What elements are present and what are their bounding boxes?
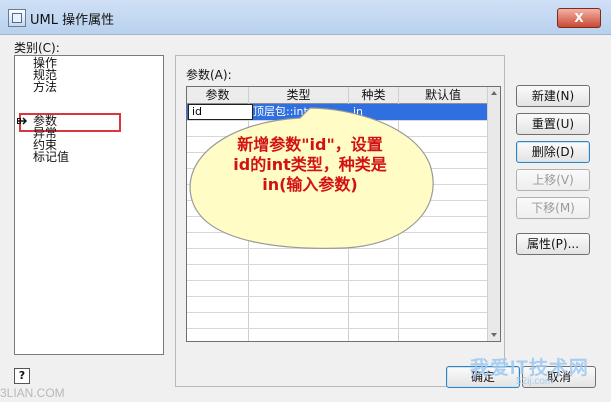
arrow-right-icon	[17, 117, 28, 125]
parameters-panel: 参数(A): 参数 类型 种类 默认值 id 顶层包::int in	[175, 55, 505, 387]
grid-row-divider	[187, 280, 488, 281]
column-header[interactable]: 类型	[249, 87, 349, 103]
window-title: UML 操作属性	[30, 13, 115, 28]
grid-row-divider	[187, 248, 488, 249]
parameters-label: 参数(A):	[186, 68, 232, 82]
grid-row-divider	[187, 120, 488, 121]
grid-column-divider	[248, 87, 249, 341]
watermark-right-sub: 52ij.com	[516, 376, 554, 387]
reset-button[interactable]: 重置(U)	[516, 113, 590, 135]
move-up-button[interactable]: 上移(V)	[516, 169, 590, 191]
category-label: 类别(C):	[14, 41, 60, 55]
help-icon[interactable]: ?	[14, 368, 30, 384]
grid-row-divider	[187, 232, 488, 233]
title-bar: UML 操作属性 X	[0, 0, 611, 35]
vertical-scrollbar[interactable]	[487, 87, 500, 341]
column-header[interactable]: 默认值	[399, 87, 487, 103]
column-header[interactable]: 种类	[349, 87, 399, 103]
scroll-down-icon[interactable]	[488, 329, 500, 341]
grid-header: 参数 类型 种类 默认值	[187, 87, 488, 104]
new-button[interactable]: 新建(N)	[516, 85, 590, 107]
grid-row-divider	[187, 264, 488, 265]
parameter-name-input[interactable]: id	[188, 104, 253, 120]
grid-column-divider	[398, 87, 399, 341]
annotation-text: 新增参数"id"，设置 id的int类型，种类是 in(输入参数)	[215, 135, 405, 195]
grid-row-divider	[187, 328, 488, 329]
column-header[interactable]: 参数	[187, 87, 249, 103]
scroll-up-icon[interactable]	[488, 87, 500, 99]
category-list[interactable]: 操作 规范 方法 参数 异常 约束 标记值	[14, 55, 164, 355]
move-down-button[interactable]: 下移(M)	[516, 197, 590, 219]
parameter-type-cell[interactable]: 顶层包::int	[253, 104, 347, 120]
grid-row-divider	[187, 216, 488, 217]
annotation-text-line: in(输入参数)	[262, 175, 358, 194]
watermark-left: 3LIAN.COM	[0, 386, 65, 400]
properties-button[interactable]: 属性(P)...	[516, 233, 590, 255]
close-button[interactable]: X	[557, 8, 601, 28]
annotation-text-line: 新增参数"id"，设置	[237, 135, 383, 154]
parameter-default-cell[interactable]	[403, 104, 487, 120]
app-icon	[8, 9, 26, 27]
delete-button[interactable]: 删除(D)	[516, 141, 590, 163]
category-item[interactable]: 标记值	[33, 151, 69, 163]
parameters-grid[interactable]: 参数 类型 种类 默认值 id 顶层包::int in	[186, 86, 501, 342]
grid-row-divider	[187, 200, 488, 201]
annotation-text-line: id的int类型，种类是	[233, 155, 387, 174]
grid-row-divider	[187, 312, 488, 313]
parameter-kind-cell[interactable]: in	[353, 104, 397, 120]
grid-column-divider	[348, 87, 349, 341]
dialog-body: 类别(C): 操作 规范 方法 参数 异常 约束 标记值 参数(A): 参数 类…	[0, 35, 611, 402]
category-item[interactable]: 方法	[33, 81, 57, 93]
grid-row-divider	[187, 296, 488, 297]
